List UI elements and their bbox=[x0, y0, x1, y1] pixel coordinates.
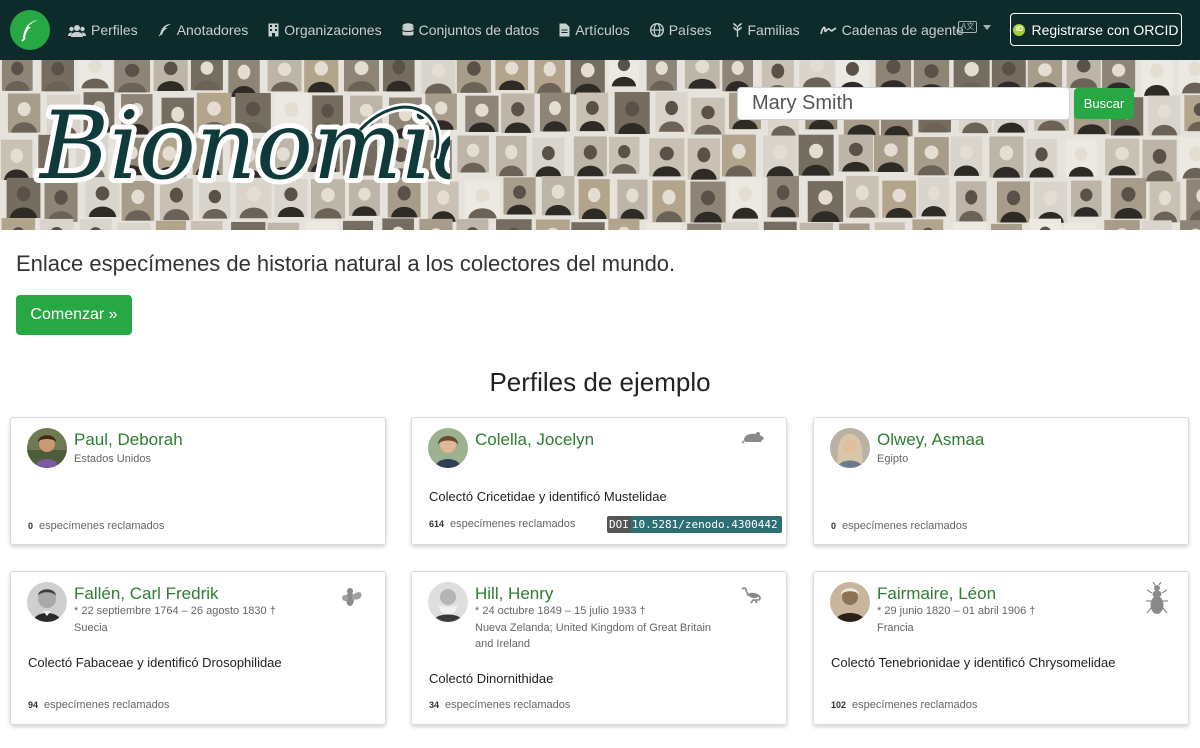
profile-description: Colectó Fabaceae y identificó Drosophili… bbox=[28, 655, 282, 670]
profile-life-dates: * 22 septiembre 1764 – 26 agosto 1830 † bbox=[74, 605, 276, 617]
claimed-count-number: 0 bbox=[831, 521, 837, 531]
database-icon bbox=[401, 23, 414, 36]
moa-icon bbox=[741, 587, 761, 604]
avatar[interactable] bbox=[27, 428, 67, 468]
profile-country: Estados Unidos bbox=[74, 453, 152, 465]
avatar[interactable] bbox=[428, 428, 468, 468]
profile-life-dates: * 29 junio 1820 – 01 abril 1906 † bbox=[877, 605, 1036, 617]
nav-item-label: Organizaciones bbox=[284, 22, 382, 38]
avatar[interactable] bbox=[27, 582, 67, 622]
nav-item-label: Conjuntos de datos bbox=[418, 22, 540, 38]
nav-item-cadenas-de-agente[interactable]: Cadenas de agente bbox=[819, 22, 964, 38]
bionomia-wordmark: Bionomia Bionomia bbox=[33, 87, 450, 206]
avatar[interactable] bbox=[830, 582, 870, 622]
rodent-icon bbox=[742, 432, 764, 444]
building-icon bbox=[268, 23, 279, 37]
nav-menu: Perfiles Anotadores Organizaciones Conju… bbox=[68, 0, 984, 60]
profile-name-link[interactable]: Olwey, Asmaa bbox=[877, 430, 984, 450]
nav-item-perfiles[interactable]: Perfiles bbox=[68, 22, 138, 38]
nav-item-conjuntos-de-datos[interactable]: Conjuntos de datos bbox=[401, 22, 540, 38]
nav-item-label: Familias bbox=[747, 22, 800, 38]
doi-label: DOI bbox=[607, 516, 631, 533]
profile-name-link[interactable]: Colella, Jocelyn bbox=[475, 430, 594, 450]
claimed-count-number: 94 bbox=[28, 700, 39, 710]
doi-value: 10.5281/zenodo.4300442 bbox=[630, 516, 782, 533]
profile-card: Fairmaire, Léon * 29 junio 1820 – 01 abr… bbox=[813, 571, 1189, 725]
profile-card: Hill, Henry * 24 octubre 1849 – 15 julio… bbox=[411, 571, 787, 725]
globe-icon bbox=[649, 23, 664, 37]
nav-item-familias[interactable]: Familias bbox=[732, 22, 800, 38]
orcid-icon: iD bbox=[1013, 23, 1026, 36]
nav-item-label: Artículos bbox=[575, 22, 630, 38]
section-title: Perfiles de ejemplo bbox=[489, 367, 711, 397]
fly-icon bbox=[342, 588, 362, 606]
profile-name-link[interactable]: Fairmaire, Léon bbox=[877, 584, 996, 604]
nav-item-label: Países bbox=[668, 22, 712, 38]
nav-item-label: Perfiles bbox=[91, 22, 138, 38]
orcid-signin-button[interactable]: iD Registrarse con ORCID bbox=[1010, 13, 1182, 46]
feather-icon bbox=[158, 24, 171, 37]
claimed-count-label: especímenes reclamados bbox=[39, 520, 165, 532]
profile-life-dates: * 24 octubre 1849 – 15 julio 1933 † bbox=[475, 605, 646, 617]
profile-description: Colectó Cricetidae y identificó Mustelid… bbox=[429, 489, 667, 504]
nav-item-label: Anotadores bbox=[176, 22, 249, 38]
claimed-count-label: especímenes reclamados bbox=[852, 699, 978, 711]
claimed-count-number: 34 bbox=[429, 700, 440, 710]
orcid-signin-label: Registrarse con ORCID bbox=[1031, 21, 1179, 38]
nav-item-articulos[interactable]: Artículos bbox=[559, 22, 630, 38]
profile-name-link[interactable]: Hill, Henry bbox=[475, 584, 553, 604]
claimed-count-number: 0 bbox=[28, 521, 34, 531]
get-started-button[interactable]: Comenzar » bbox=[16, 295, 132, 335]
claimed-count-label: especímenes reclamados bbox=[44, 699, 170, 711]
profile-country: Francia bbox=[877, 622, 914, 634]
profile-description: Colectó Tenebrionidae y identificó Chrys… bbox=[831, 655, 1116, 670]
bionomia-logo-icon[interactable] bbox=[10, 10, 50, 50]
search-input[interactable] bbox=[737, 87, 1070, 120]
claimed-count-label: especímenes reclamados bbox=[842, 520, 968, 532]
claimed-count: 0 especímenes reclamados bbox=[831, 520, 967, 532]
claimed-count: 102 especímenes reclamados bbox=[831, 699, 977, 711]
claimed-count: 94 especímenes reclamados bbox=[28, 699, 169, 711]
claimed-count: 0 especímenes reclamados bbox=[28, 520, 164, 532]
profile-country-continued: and Ireland bbox=[475, 638, 531, 650]
doi-badge[interactable]: DOI 10.5281/zenodo.4300442 bbox=[607, 516, 782, 533]
nav-item-label: Cadenas de agente bbox=[841, 22, 964, 38]
claimed-count: 614 especímenes reclamados bbox=[429, 518, 575, 530]
tagline: Enlace especímenes de historia natural a… bbox=[16, 251, 676, 276]
claimed-count: 34 especímenes reclamados bbox=[429, 699, 570, 711]
users-icon bbox=[68, 24, 86, 37]
nav-item-paises[interactable]: Países bbox=[649, 22, 712, 38]
search-button[interactable]: Buscar bbox=[1074, 88, 1134, 119]
language-selector[interactable]: A文 bbox=[958, 21, 992, 33]
signature-icon bbox=[819, 26, 837, 35]
profile-card: Fallén, Carl Fredrik * 22 septiembre 176… bbox=[10, 571, 386, 725]
profile-description: Colectó Dinornithidae bbox=[429, 671, 554, 686]
claimed-count-label: especímenes reclamados bbox=[445, 699, 571, 711]
profile-card: Paul, Deborah Estados Unidos 0 especímen… bbox=[10, 417, 386, 545]
beetle-icon bbox=[1146, 582, 1168, 614]
leaf-icon bbox=[732, 23, 742, 37]
hero-banner: Bionomia Bionomia Buscar bbox=[0, 60, 1200, 230]
avatar[interactable] bbox=[428, 582, 468, 622]
avatar[interactable] bbox=[830, 428, 870, 468]
nav-item-organizaciones[interactable]: Organizaciones bbox=[268, 22, 382, 38]
profile-card: Olwey, Asmaa Egipto 0 especímenes reclam… bbox=[813, 417, 1189, 545]
profile-card: Colella, Jocelyn Colectó Cricetidae y id… bbox=[411, 417, 787, 545]
nav-item-anotadores[interactable]: Anotadores bbox=[158, 22, 249, 38]
profile-country: Nueva Zelanda; United Kingdom of Great B… bbox=[475, 622, 712, 634]
claimed-count-label: especímenes reclamados bbox=[450, 518, 576, 530]
claimed-count-number: 102 bbox=[831, 700, 847, 710]
profile-name-link[interactable]: Paul, Deborah bbox=[74, 430, 183, 450]
top-navbar: Perfiles Anotadores Organizaciones Conju… bbox=[0, 0, 1200, 60]
claimed-count-number: 614 bbox=[429, 519, 445, 529]
language-icon: A文 bbox=[958, 21, 978, 33]
profile-country: Suecia bbox=[74, 622, 108, 634]
caret-down-icon bbox=[983, 24, 992, 30]
file-icon bbox=[559, 23, 570, 37]
profile-name-link[interactable]: Fallén, Carl Fredrik bbox=[74, 584, 219, 604]
profile-country: Egipto bbox=[877, 453, 909, 465]
